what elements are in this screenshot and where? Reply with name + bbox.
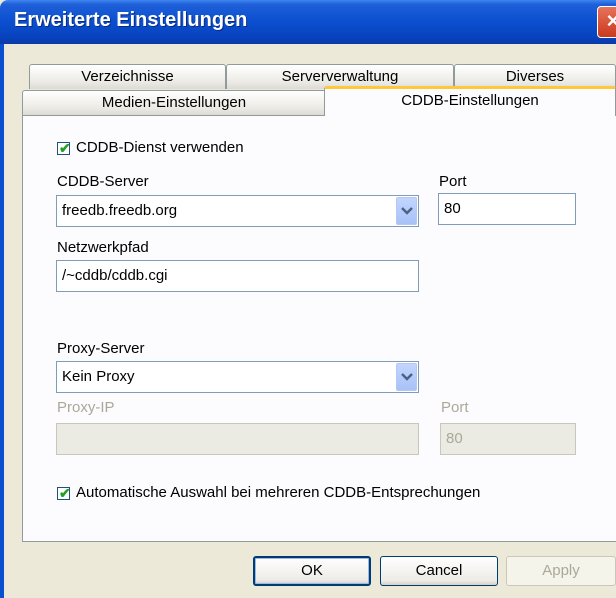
tab-label: Diverses	[505, 68, 565, 85]
cancel-label: Cancel	[415, 562, 463, 579]
tab-label: Serververwaltung	[281, 68, 399, 85]
ok-button[interactable]: OK	[253, 556, 371, 586]
apply-button: Apply	[506, 556, 616, 586]
tab-medien-einstellungen[interactable]: Medien-Einstellungen	[22, 90, 326, 115]
cancel-button[interactable]: Cancel	[380, 556, 498, 586]
window-title: Erweiterte Einstellungen	[14, 9, 248, 31]
title-bar: Erweiterte Einstellungen ×	[0, 0, 616, 44]
cddb-settings-panel	[22, 115, 616, 542]
window-frame-left	[0, 44, 4, 598]
tab-label: CDDB-Einstellungen	[401, 92, 539, 109]
tab-verzeichnisse[interactable]: Verzeichnisse	[29, 64, 226, 89]
close-button[interactable]: ×	[597, 6, 616, 38]
tab-label: Medien-Einstellungen	[101, 94, 247, 111]
ok-label: OK	[301, 562, 323, 579]
tab-label: Verzeichnisse	[81, 68, 174, 85]
apply-label: Apply	[542, 562, 580, 579]
close-icon: ×	[606, 8, 616, 33]
tab-cddb-einstellungen[interactable]: CDDB-Einstellungen	[324, 86, 616, 116]
